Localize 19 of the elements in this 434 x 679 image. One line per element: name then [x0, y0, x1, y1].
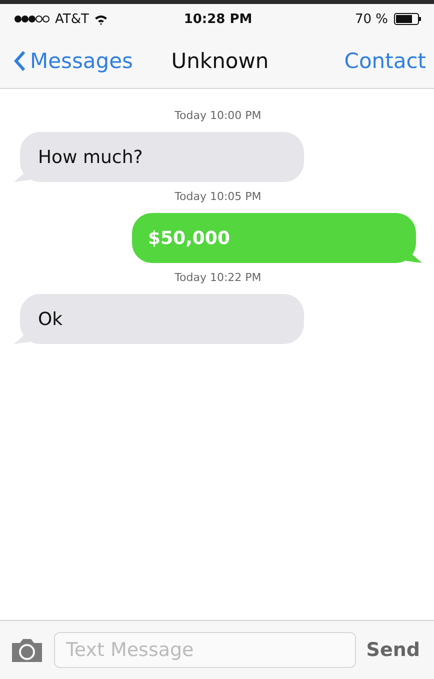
battery-percent: 70 % [354, 12, 388, 26]
signal-icon [14, 15, 50, 23]
chevron-icon [14, 50, 26, 72]
conversation-title: Unknown [170, 49, 270, 73]
wifi-icon [94, 14, 108, 24]
contact-button[interactable]: Contact [344, 49, 426, 73]
camera-icon[interactable] [10, 637, 44, 663]
message-bubble: $50,000 [132, 213, 422, 263]
timestamp: Today 10:22 PM [174, 271, 262, 284]
clock: 10:28 PM [182, 12, 254, 26]
message-bubble: How much? [14, 132, 304, 182]
back-button[interactable]: Messages [14, 49, 152, 73]
battery-icon [394, 13, 422, 25]
send-button[interactable]: Send [366, 639, 420, 661]
message-bubble: Ok [14, 294, 304, 344]
message-input[interactable]: Text Message [54, 632, 356, 668]
timestamp: Today 10:00 PM [174, 109, 262, 122]
carrier: AT&T [55, 12, 89, 26]
timestamp: Today 10:05 PM [174, 190, 262, 203]
